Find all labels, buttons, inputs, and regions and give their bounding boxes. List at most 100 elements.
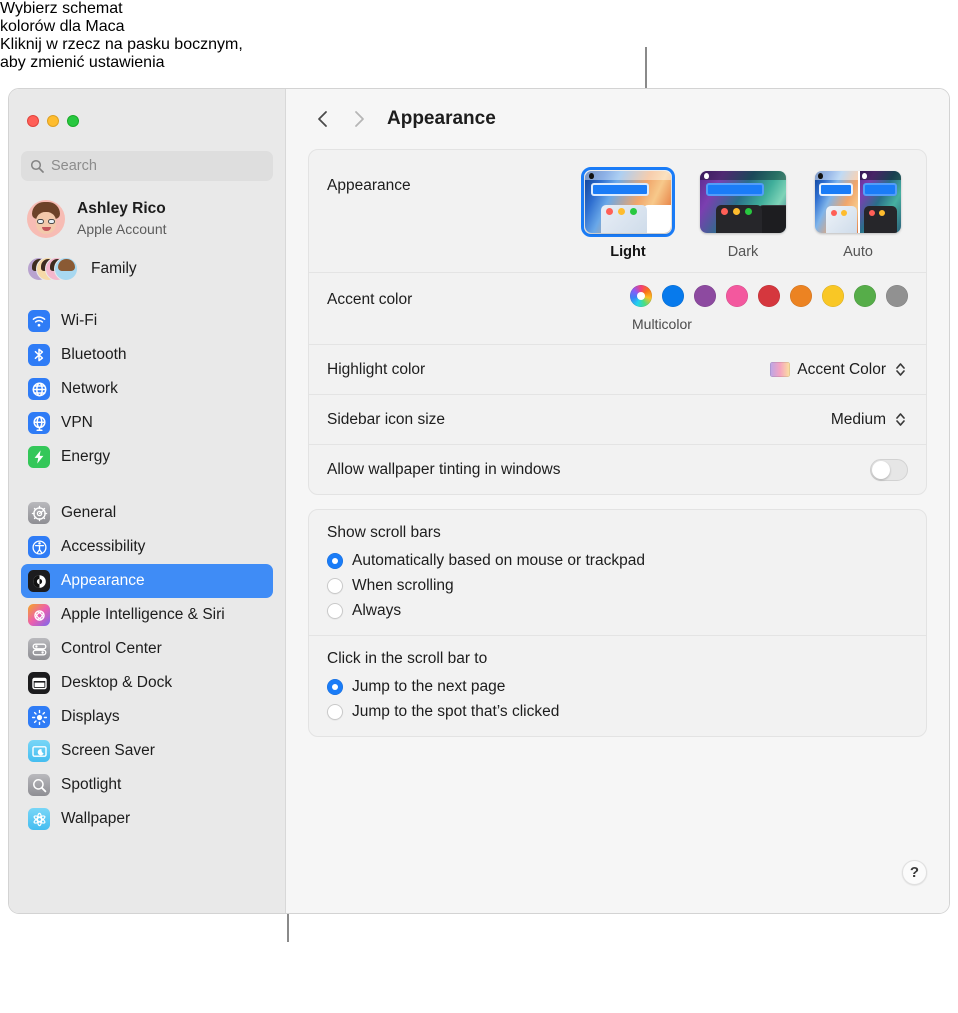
chevron-updown-icon (893, 360, 908, 379)
radio-option[interactable]: Always (327, 598, 908, 623)
sidebar-group-system: General Accessibility Appearance Apple Inte… (9, 496, 285, 836)
highlight-color-label: Highlight color (327, 360, 426, 378)
radio-option[interactable]: When scrolling (327, 573, 908, 598)
show-scroll-bars-title: Show scroll bars (327, 524, 441, 541)
sidebar-item-family-label: Family (91, 260, 137, 277)
sidebar-item-general[interactable]: General (21, 496, 273, 530)
sidebar-item-network[interactable]: Network (21, 372, 273, 406)
screen-saver-icon (28, 740, 50, 762)
radio-button[interactable] (327, 703, 343, 720)
sidebar-item-label: Wallpaper (61, 810, 131, 827)
sidebar-item-vpn[interactable]: VPN (21, 406, 273, 440)
click-scroll-bar-section: Click in the scroll bar to Jump to the n… (309, 635, 926, 736)
sidebar-item-label: Desktop & Dock (61, 674, 173, 691)
sidebar-item-label: Appearance (61, 572, 145, 589)
apple-account-row[interactable]: Ashley Rico Apple Account (21, 195, 273, 243)
radio-button[interactable] (327, 602, 343, 619)
chevron-updown-icon (893, 410, 908, 429)
accent-color-caption: Multicolor (632, 316, 692, 332)
wallpaper-tinting-toggle[interactable] (870, 458, 908, 481)
radio-label: When scrolling (352, 576, 454, 594)
accent-swatch-yellow[interactable] (822, 285, 844, 307)
search-input[interactable] (51, 158, 264, 174)
close-button[interactable] (27, 115, 39, 127)
callout-top: Wybierz schemat kolorów dla Maca (0, 0, 958, 36)
radio-button[interactable] (327, 552, 343, 569)
appearance-mode-auto[interactable]: Auto (808, 167, 908, 260)
search-field[interactable] (21, 151, 273, 181)
appearance-mode-light[interactable]: Light (578, 167, 678, 260)
radio-option[interactable]: Automatically based on mouse or trackpad (327, 548, 908, 573)
vpn-globe-icon (28, 412, 50, 434)
sidebar-item-displays[interactable]: Displays (21, 700, 273, 734)
siri-icon (28, 604, 50, 626)
accent-color-row: Accent color Multicolor (309, 272, 926, 344)
wifi-icon (28, 310, 50, 332)
accent-swatch-green[interactable] (854, 285, 876, 307)
appearance-mode-dark[interactable]: Dark (693, 167, 793, 260)
accent-swatch-red[interactable] (758, 285, 780, 307)
appearance-label: Appearance (327, 177, 411, 194)
wallpaper-icon (28, 808, 50, 830)
sidebar-item-spotlight[interactable]: Spotlight (21, 768, 273, 802)
desktop-dock-icon (28, 672, 50, 694)
appearance-mode-thumbnail-frame (696, 167, 790, 237)
radio-option[interactable]: Jump to the spot that’s clicked (327, 699, 908, 724)
accent-swatch-pink[interactable] (726, 285, 748, 307)
sidebar-item-bluetooth[interactable]: Bluetooth (21, 338, 273, 372)
sidebar-item-label: Energy (61, 448, 111, 465)
back-chevron-icon[interactable] (310, 106, 336, 132)
sidebar-item-family[interactable]: Family (21, 250, 273, 288)
radio-label: Automatically based on mouse or trackpad (352, 551, 645, 569)
accent-swatch-purple[interactable] (694, 285, 716, 307)
click-scroll-bar-title: Click in the scroll bar to (327, 650, 488, 667)
sidebar-item-label: Apple Intelligence & Siri (61, 606, 225, 623)
accent-swatch-multicolor[interactable] (630, 285, 652, 307)
appearance-mode-thumbnail-auto-icon (815, 171, 901, 233)
accent-swatch-blue[interactable] (662, 285, 684, 307)
sidebar-item-apple-intelligence-siri[interactable]: Apple Intelligence & Siri (21, 598, 273, 632)
callout-bottom-line2: aby zmienić ustawienia (0, 54, 165, 71)
show-scroll-bars-options: Automatically based on mouse or trackpad… (327, 548, 908, 623)
highlight-color-swatch-icon (770, 362, 791, 377)
sidebar-item-desktop-dock[interactable]: Desktop & Dock (21, 666, 273, 700)
sidebar-item-label: Network (61, 380, 118, 397)
highlight-color-popup[interactable]: Accent Color (770, 360, 908, 379)
sidebar-item-wi-fi[interactable]: Wi-Fi (21, 304, 273, 338)
forward-chevron-icon[interactable] (346, 106, 372, 132)
sidebar-item-accessibility[interactable]: Accessibility (21, 530, 273, 564)
radio-label: Jump to the next page (352, 677, 506, 695)
accessibility-icon (28, 536, 50, 558)
control-center-icon (28, 638, 50, 660)
accent-swatch-orange[interactable] (790, 285, 812, 307)
scroll-bars-card: Show scroll bars Automatically based on … (308, 509, 927, 737)
zoom-button[interactable] (67, 115, 79, 127)
radio-button[interactable] (327, 678, 343, 695)
sidebar-item-control-center[interactable]: Control Center (21, 632, 273, 666)
sidebar-icon-size-popup[interactable]: Medium (831, 410, 908, 429)
sidebar-item-energy[interactable]: Energy (21, 440, 273, 474)
wallpaper-tinting-row: Allow wallpaper tinting in windows (309, 444, 926, 494)
account-name: Ashley Rico (77, 200, 166, 218)
radio-label: Jump to the spot that’s clicked (352, 702, 560, 720)
minimize-button[interactable] (47, 115, 59, 127)
accent-swatch-graphite[interactable] (886, 285, 908, 307)
sidebar-item-label: VPN (61, 414, 93, 431)
appearance-mode-thumbnail-frame (811, 167, 905, 237)
sidebar-item-label: Spotlight (61, 776, 122, 793)
radio-option[interactable]: Jump to the next page (327, 674, 908, 699)
sidebar-group-connectivity: Wi-Fi Bluetooth Network VPN Energy (9, 304, 285, 474)
sidebar: Ashley Rico Apple Account Family Wi-Fi Bl… (9, 89, 286, 913)
sidebar-item-wallpaper[interactable]: Wallpaper (21, 802, 273, 836)
avatar (27, 200, 65, 238)
appearance-mode-row: Appearance Light Dark Auto (309, 150, 926, 272)
appearance-mode-label: Auto (843, 244, 873, 260)
sidebar-item-appearance[interactable]: Appearance (21, 564, 273, 598)
wallpaper-tinting-label: Allow wallpaper tinting in windows (327, 460, 561, 478)
account-subtitle: Apple Account (77, 220, 167, 237)
sidebar-item-screen-saver[interactable]: Screen Saver (21, 734, 273, 768)
radio-button[interactable] (327, 577, 343, 594)
accent-color-label: Accent color (327, 291, 413, 308)
sidebar-item-label: Control Center (61, 640, 162, 657)
help-button[interactable]: ? (902, 860, 927, 885)
